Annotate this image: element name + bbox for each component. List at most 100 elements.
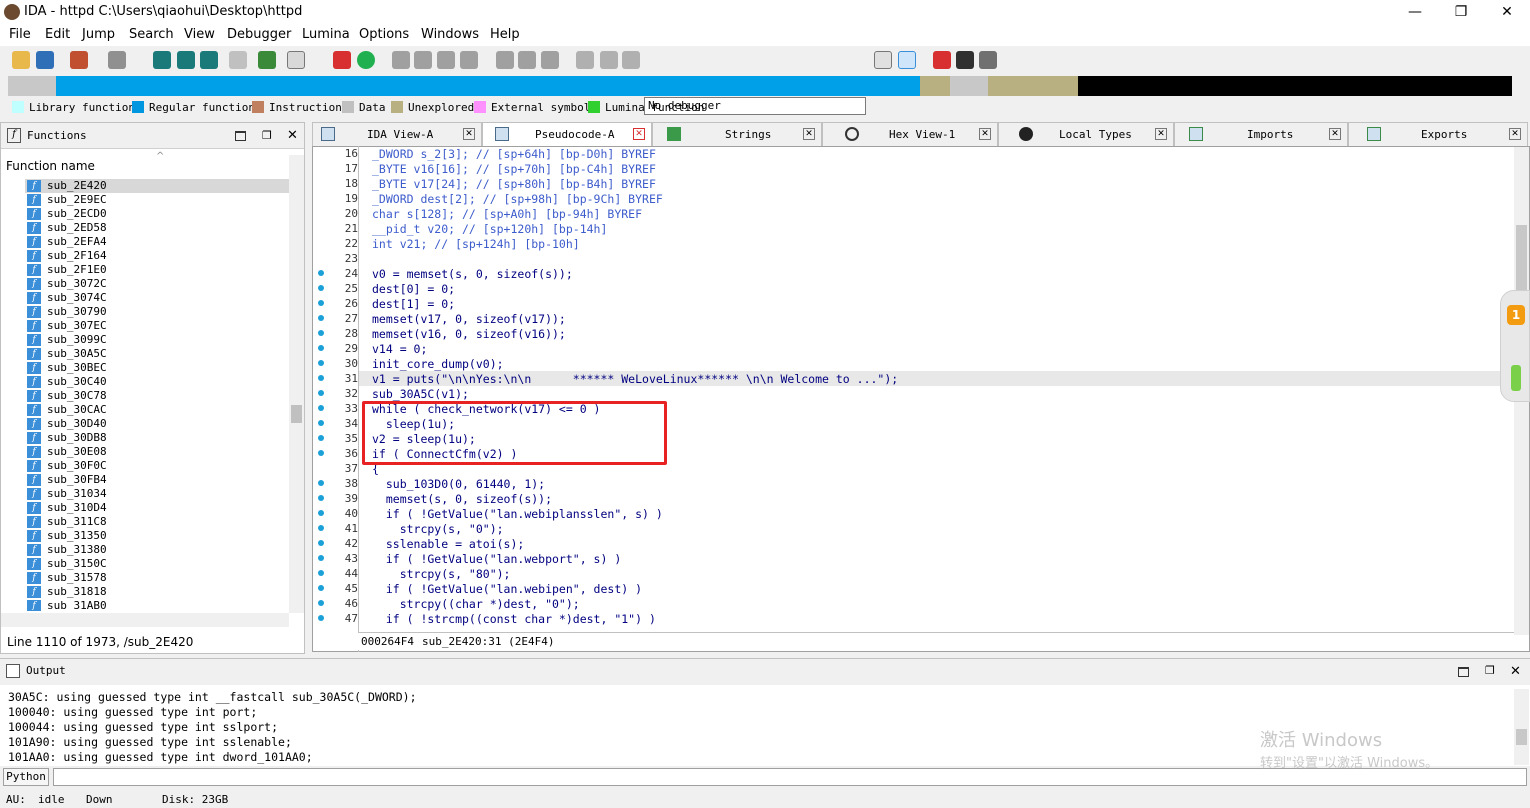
list-item[interactable]: f sub_31380: [25, 543, 289, 557]
tab-local-types[interactable]: Local Types ✕: [998, 122, 1174, 146]
close-icon[interactable]: ✕: [1510, 664, 1521, 679]
window-icon[interactable]: [235, 131, 246, 141]
breakpoint-marker[interactable]: [318, 540, 324, 546]
function-list-hscrollbar[interactable]: [1, 613, 289, 627]
close-icon[interactable]: ✕: [979, 128, 991, 140]
menu-search[interactable]: Search: [129, 27, 174, 42]
list-item[interactable]: f sub_30790: [25, 305, 289, 319]
close-icon[interactable]: ✕: [1509, 128, 1521, 140]
code-line[interactable]: strcpy(s, "80");: [372, 567, 511, 581]
breakpoint-marker[interactable]: [318, 345, 324, 351]
patch-icon[interactable]: [518, 51, 536, 69]
list-item[interactable]: f sub_31AB0: [25, 599, 289, 611]
text-icon[interactable]: [177, 51, 195, 69]
menu-options[interactable]: Options: [359, 27, 409, 42]
close-icon[interactable]: ✕: [1155, 128, 1167, 140]
close-icon[interactable]: ✕: [803, 128, 815, 140]
pause-icon[interactable]: [600, 51, 618, 69]
tab-imports[interactable]: Imports ✕: [1174, 122, 1348, 146]
list-item[interactable]: f sub_311C8: [25, 515, 289, 529]
breakpoint-marker[interactable]: [318, 375, 324, 381]
c-icon[interactable]: [874, 51, 892, 69]
tab-exports[interactable]: Exports ✕: [1348, 122, 1528, 146]
breakpoint-marker[interactable]: [318, 300, 324, 306]
breakpoint-marker[interactable]: [318, 270, 324, 276]
list-item[interactable]: f sub_3099C: [25, 333, 289, 347]
list-item[interactable]: f sub_31034: [25, 487, 289, 501]
maximize-button[interactable]: ❐: [1438, 0, 1484, 24]
breakpoint-marker[interactable]: [318, 600, 324, 606]
list-item[interactable]: f sub_30BEC: [25, 361, 289, 375]
code-line[interactable]: init_core_dump(v0);: [372, 357, 504, 371]
stop-icon[interactable]: [622, 51, 640, 69]
list-icon[interactable]: [956, 51, 974, 69]
list-item[interactable]: f sub_2EFA4: [25, 235, 289, 249]
tab-hex-view-1[interactable]: Hex View-1 ✕: [822, 122, 998, 146]
list-item[interactable]: f sub_2ED58: [25, 221, 289, 235]
tab-strings[interactable]: Strings ✕: [652, 122, 822, 146]
code-line[interactable]: _BYTE v17[24]; // [sp+80h] [bp-B4h] BYRE…: [372, 177, 656, 191]
breakpoint-marker[interactable]: [318, 525, 324, 531]
save-icon[interactable]: [36, 51, 54, 69]
code-line[interactable]: sub_30A5C(v1);: [372, 387, 469, 401]
code-line[interactable]: v14 = 0;: [372, 342, 427, 356]
breakpoint-marker[interactable]: [318, 450, 324, 456]
code-line[interactable]: if ( !GetValue("lan.webiplansslen", s) ): [372, 507, 663, 521]
breakpoint-marker[interactable]: [318, 285, 324, 291]
code-line[interactable]: _DWORD dest[2]; // [sp+98h] [bp-9Ch] BYR…: [372, 192, 663, 206]
tab-pseudocode-a[interactable]: Pseudocode-A ✕: [482, 122, 652, 146]
code-line[interactable]: _DWORD s_2[3]; // [sp+64h] [bp-D0h] BYRE…: [372, 147, 656, 161]
list-item[interactable]: f sub_2E9EC: [25, 193, 289, 207]
code-line[interactable]: v0 = memset(s, 0, sizeof(s));: [372, 267, 573, 281]
code-area[interactable]: 16 17 18 19 20 21 22 23 24 25 26 27 28 2…: [312, 146, 1514, 632]
list-item[interactable]: f sub_30DB8: [25, 431, 289, 445]
list-item[interactable]: f sub_30E08: [25, 445, 289, 459]
code-line[interactable]: if ( !GetValue("lan.webport", s) ): [372, 552, 621, 566]
breakpoint-marker[interactable]: [318, 435, 324, 441]
code-line[interactable]: sub_103D0(0, 61440, 1);: [372, 477, 545, 491]
close-icon[interactable]: ✕: [633, 128, 645, 140]
forward-icon[interactable]: [108, 51, 126, 69]
navigation-band[interactable]: [8, 76, 1512, 96]
column-header[interactable]: Function name: [6, 159, 95, 173]
breakpoint-marker[interactable]: [318, 585, 324, 591]
breakpoint-marker[interactable]: [318, 615, 324, 621]
float-icon[interactable]: ❐: [262, 129, 272, 142]
code-line[interactable]: if ( !GetValue("lan.webipen", dest) ): [372, 582, 642, 596]
plugin-icon[interactable]: [541, 51, 559, 69]
lumina-icon[interactable]: [357, 51, 375, 69]
c-active-icon[interactable]: [898, 51, 916, 69]
list-item[interactable]: f sub_3074C: [25, 291, 289, 305]
code-line[interactable]: memset(v16, 0, sizeof(v16));: [372, 327, 566, 341]
list-item[interactable]: f sub_2E420: [25, 179, 289, 193]
menu-windows[interactable]: Windows: [421, 27, 479, 42]
breakpoint-marker[interactable]: [318, 315, 324, 321]
tab-ida-view-a[interactable]: IDA View-A ✕: [312, 122, 482, 146]
close-icon[interactable]: ✕: [463, 128, 475, 140]
code-line[interactable]: sslenable = atoi(s);: [372, 537, 524, 551]
string-icon[interactable]: [287, 51, 305, 69]
python-button[interactable]: Python: [3, 768, 49, 786]
list-item[interactable]: f sub_31350: [25, 529, 289, 543]
list-item[interactable]: f sub_31818: [25, 585, 289, 599]
close-icon[interactable]: ✕: [1329, 128, 1341, 140]
play-icon[interactable]: [576, 51, 594, 69]
breakpoint-marker[interactable]: [318, 420, 324, 426]
seg-icon[interactable]: [392, 51, 410, 69]
undefine-icon[interactable]: [229, 51, 247, 69]
list-item[interactable]: f sub_3072C: [25, 277, 289, 291]
code-line[interactable]: strcpy((char *)dest, "0");: [372, 597, 580, 611]
back-icon[interactable]: [70, 51, 88, 69]
menu-file[interactable]: File: [9, 27, 31, 42]
graph-icon[interactable]: [333, 51, 351, 69]
code-icon[interactable]: [200, 51, 218, 69]
breakpoint-marker[interactable]: [318, 495, 324, 501]
code-line[interactable]: dest[1] = 0;: [372, 297, 455, 311]
function-list[interactable]: f sub_2E420 f sub_2E9EC f sub_2ECD0 f sub_2E…: [1, 179, 291, 611]
side-widget[interactable]: 1: [1500, 290, 1530, 402]
breakpoint-marker[interactable]: [318, 510, 324, 516]
list-item[interactable]: f sub_30D40: [25, 417, 289, 431]
scrollbar-thumb[interactable]: [1516, 729, 1527, 745]
code-line[interactable]: char s[128]; // [sp+A0h] [bp-94h] BYREF: [372, 207, 642, 221]
enum-icon[interactable]: [437, 51, 455, 69]
